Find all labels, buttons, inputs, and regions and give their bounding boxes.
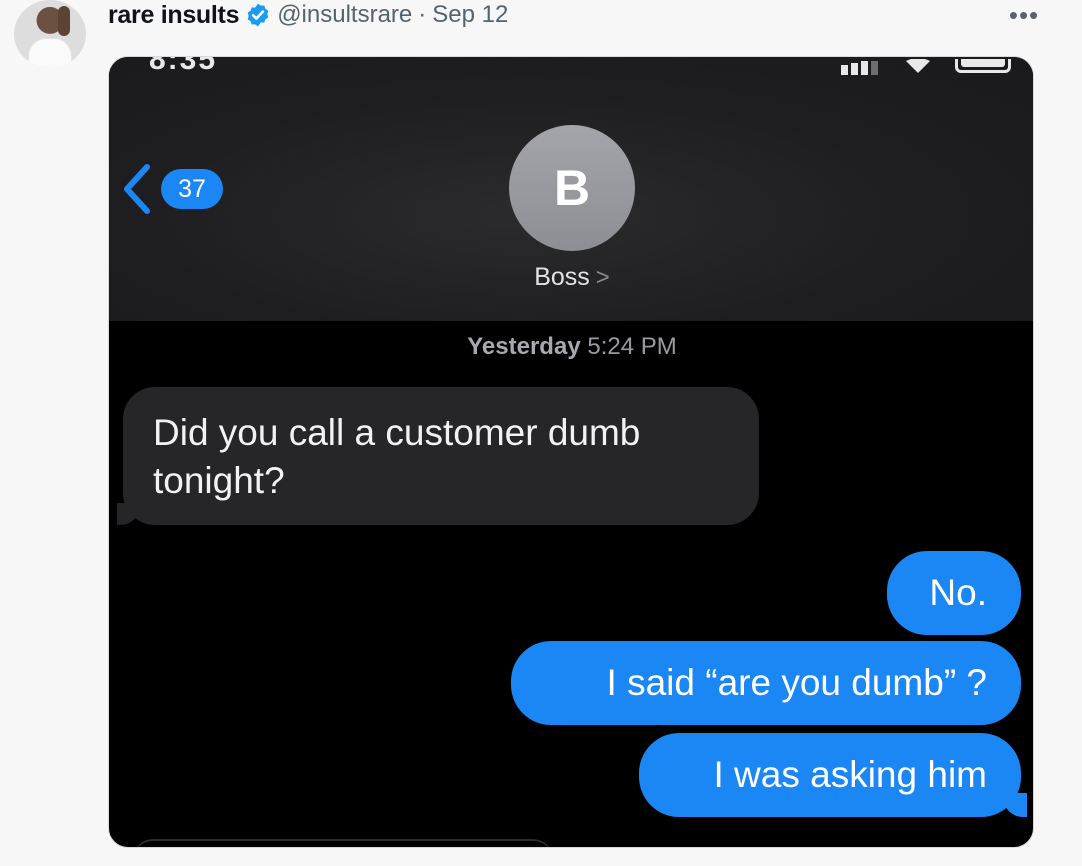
message-timestamp: Yesterday 5:24 PM [109,333,1033,361]
contact-name-row[interactable]: Boss > [509,263,635,292]
timestamp-day: Yesterday [467,333,581,360]
author-display-name[interactable]: rare insults [108,1,239,30]
back-chevron-icon[interactable] [119,161,155,217]
tweet-media-image[interactable]: 8:35 37 B Boss > Yesterday 5:24 PM Did yo… [108,56,1034,848]
contact-avatar[interactable]: B [509,125,635,251]
tweet: rare insults @insultsrare · Sep 12 ••• 8… [0,0,1082,866]
more-options-icon[interactable]: ••• [1004,0,1044,30]
header-separator: · [418,1,427,28]
avatar-shirt [28,38,72,68]
wifi-icon [906,59,930,73]
messages-navbar: 8:35 37 B Boss > [109,56,1033,321]
author-avatar[interactable] [14,0,86,68]
verified-badge-icon [247,3,269,27]
avatar-hand [58,6,70,36]
tweet-date[interactable]: Sep 12 [432,1,508,29]
timestamp-time: 5:24 PM [587,333,677,360]
outgoing-message-bubble[interactable]: I said “are you dumb” ? [511,641,1021,725]
battery-icon [955,59,1011,73]
next-bubble-edge [133,839,553,847]
outgoing-message-bubble[interactable]: I was asking him [639,733,1027,817]
incoming-message-bubble[interactable]: Did you call a customer dumb tonight? [117,387,759,525]
contact-name: Boss [534,263,590,291]
author-handle[interactable]: @insultsrare [277,1,412,29]
cellular-signal-icon [841,61,878,75]
outgoing-message-bubble[interactable]: No. [887,551,1021,635]
status-bar-time: 8:35 [149,56,218,76]
chevron-right-icon: > [595,264,610,291]
unread-count-badge[interactable]: 37 [161,169,223,209]
tweet-header: rare insults @insultsrare · Sep 12 [108,0,508,30]
